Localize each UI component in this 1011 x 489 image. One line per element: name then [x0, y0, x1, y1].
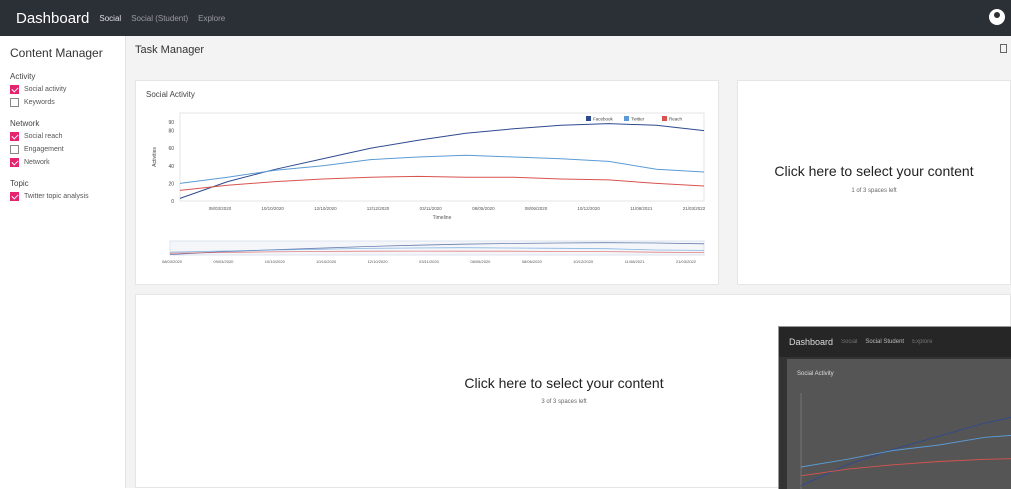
option-label: Keywords [24, 99, 55, 106]
y-axis-label: Activities [152, 147, 158, 167]
navigator-tick-label: 08/06/2020 [522, 259, 543, 264]
preview-nav-explore: Explore [912, 339, 933, 345]
slot-subtitle: 1 of 3 spaces left [851, 188, 897, 194]
x-axis-label: Timeline [433, 215, 452, 221]
preview-brand: Dashboard [789, 337, 834, 347]
x-tick-label: 08/03/2020 [209, 206, 232, 211]
legend-label: Facebook [593, 117, 614, 122]
preview-card-title: Social Activity [797, 371, 834, 377]
option-keywords[interactable]: Keywords [10, 98, 125, 107]
option-network[interactable]: Network [10, 158, 125, 167]
content-manager-sidebar: Content Manager Activity Social activity… [0, 36, 126, 488]
option-social-activity[interactable]: Social activity [10, 85, 125, 94]
plot-area [179, 112, 705, 202]
legend-label: Reach [669, 117, 683, 122]
option-label: Social reach [24, 133, 63, 140]
trash-icon[interactable] [1000, 44, 1007, 53]
legend-swatch [624, 116, 629, 121]
option-twitter-topic-analysis[interactable]: Twitter topic analysis [10, 192, 125, 201]
navigator-tick-label: 09/03/2020 [213, 259, 234, 264]
navigator-tick-label: 12/10/2020 [368, 259, 389, 264]
option-social-reach[interactable]: Social reach [10, 132, 125, 141]
y-tick-label: 40 [168, 164, 174, 170]
navigator-tick-label: 10/12/2020 [573, 259, 594, 264]
legend-swatch [586, 116, 591, 121]
x-tick-label: 12/10/2020 [314, 206, 337, 211]
preview-navbar: Dashboard Social Social Student Explore [779, 327, 1011, 357]
preview-card: Social Activity [787, 359, 1011, 489]
checkbox-checked-icon[interactable] [10, 132, 19, 141]
navigator-tick-label: 08/05/2020 [470, 259, 491, 264]
preview-series-line [800, 434, 1011, 468]
x-tick-label: 21/03/2022 [683, 206, 706, 211]
social-activity-card: Social Activity 0 20 40 60 80 90 Activities 08/… [135, 80, 719, 285]
group-activity: Activity [10, 72, 36, 81]
navigator-tick-label: 11/08/2021 [625, 259, 645, 264]
x-tick-label: 12/12/2020 [367, 206, 390, 211]
checkbox-checked-icon[interactable] [10, 85, 19, 94]
option-label: Social activity [24, 86, 67, 93]
preview-chart [800, 393, 1011, 489]
x-tick-label: 03/11/2020 [420, 206, 443, 211]
series-line-facebook [179, 123, 705, 199]
legend-label: Twitter [631, 117, 645, 122]
preview-series-line [800, 416, 1011, 487]
x-tick-label: 10/12/2020 [577, 206, 600, 211]
group-topic: Topic [10, 179, 29, 188]
y-tick-label: 20 [168, 181, 174, 187]
preview-nav-social: Social [841, 339, 858, 345]
page-title: Task Manager [135, 44, 205, 56]
option-label: Twitter topic analysis [24, 193, 89, 200]
x-tick-label: 08/06/2020 [525, 206, 548, 211]
preview-series-line [800, 458, 1011, 477]
legend-swatch [662, 116, 667, 121]
y-tick-label: 60 [168, 146, 174, 152]
y-tick-label: 0 [171, 199, 174, 205]
checkbox-checked-icon[interactable] [10, 158, 19, 167]
brand-logo[interactable]: Dashboard [16, 10, 89, 27]
series-line-twitter [179, 154, 705, 184]
y-tick-label: 80 [168, 129, 174, 135]
x-tick-label: 08/05/2020 [472, 206, 495, 211]
navigator-tick-label: 08/03/2020 [162, 259, 183, 264]
sidebar-title: Content Manager [10, 46, 103, 60]
top-navbar: Dashboard Social Social (Student) Explor… [0, 0, 1011, 36]
option-engagement[interactable]: Engagement [10, 145, 125, 154]
card-title: Social Activity [146, 90, 195, 99]
slot-title: Click here to select your content [774, 163, 974, 179]
preview-nav-social-student: Social Student [865, 339, 905, 345]
nav-link-social[interactable]: Social [99, 14, 121, 23]
user-avatar-icon[interactable] [989, 9, 1005, 25]
checkbox-checked-icon[interactable] [10, 192, 19, 201]
option-label: Network [24, 159, 50, 166]
navigator-tick-label: 10/10/2020 [316, 259, 337, 264]
navigator-tick-label: 03/11/2020 [419, 259, 439, 264]
y-tick-label: 90 [168, 120, 174, 126]
option-label: Engagement [24, 146, 64, 153]
navigator-tick-label: 21/03/2022 [676, 259, 697, 264]
social-activity-chart[interactable]: 0 20 40 60 80 90 Activities 08/03/2020 10/10/202… [140, 105, 714, 283]
checkbox-unchecked-icon[interactable] [10, 98, 19, 107]
nav-link-explore[interactable]: Explore [198, 14, 225, 23]
series-line-reach [179, 175, 705, 191]
group-network: Network [10, 119, 40, 128]
dark-theme-preview: Dashboard Social Social Student Explore … [778, 326, 1011, 489]
nav-link-social-student[interactable]: Social (Student) [131, 14, 188, 23]
x-tick-label: 11/08/2021 [630, 206, 653, 211]
content-slot-1[interactable]: Click here to select your content 1 of 3… [737, 80, 1011, 285]
x-tick-label: 10/10/2020 [261, 206, 284, 211]
navigator-tick-label: 10/10/2020 [265, 259, 286, 264]
checkbox-unchecked-icon[interactable] [10, 145, 19, 154]
